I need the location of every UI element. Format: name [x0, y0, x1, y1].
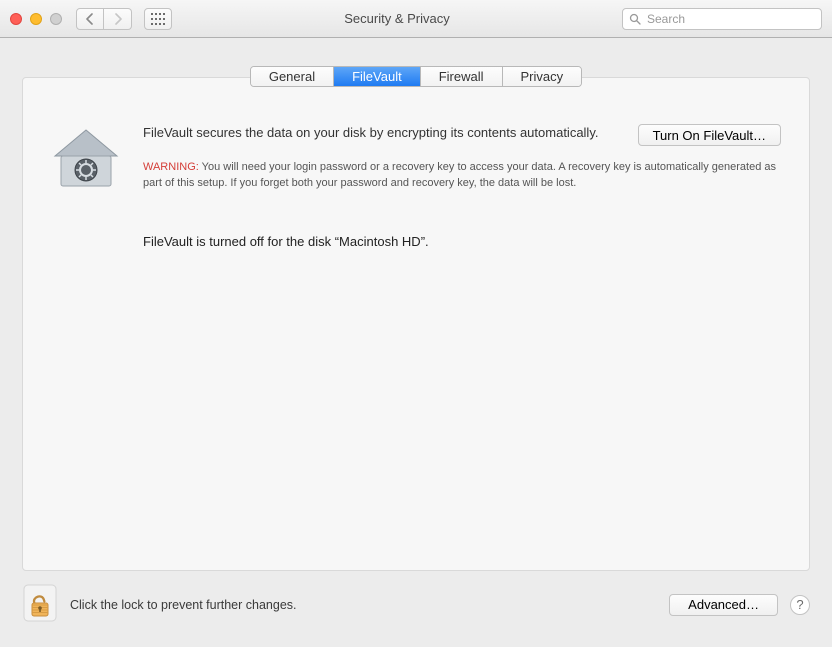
titlebar: Security & Privacy Search — [0, 0, 832, 38]
advanced-button[interactable]: Advanced… — [669, 594, 778, 616]
chevron-right-icon — [113, 13, 123, 25]
forward-button[interactable] — [104, 8, 132, 30]
search-field[interactable]: Search — [622, 8, 822, 30]
lock-button[interactable] — [22, 583, 58, 626]
minimize-window-button[interactable] — [30, 13, 42, 25]
lock-hint-text: Click the lock to prevent further change… — [70, 598, 657, 612]
window-title: Security & Privacy — [180, 11, 614, 26]
filevault-house-icon — [51, 128, 121, 192]
filevault-icon-column — [51, 124, 121, 249]
show-all-button[interactable] — [144, 8, 172, 30]
grid-icon — [151, 13, 165, 25]
warning-body: You will need your login password or a r… — [143, 161, 776, 189]
help-button[interactable]: ? — [790, 595, 810, 615]
filevault-status: FileVault is turned off for the disk “Ma… — [143, 234, 781, 249]
text-column: FileVault secures the data on your disk … — [143, 124, 781, 249]
zoom-window-button[interactable] — [50, 13, 62, 25]
window-controls — [10, 13, 62, 25]
chevron-left-icon — [85, 13, 95, 25]
warning-label: WARNING: — [143, 161, 199, 173]
close-window-button[interactable] — [10, 13, 22, 25]
back-button[interactable] — [76, 8, 104, 30]
tab-privacy[interactable]: Privacy — [503, 67, 582, 86]
warning-text: WARNING: You will need your login passwo… — [143, 160, 781, 192]
unlocked-padlock-icon — [22, 583, 58, 623]
tabs: General FileVault Firewall Privacy — [250, 66, 582, 87]
search-icon — [629, 13, 641, 25]
tabs-row: General FileVault Firewall Privacy — [0, 66, 832, 87]
tab-filevault[interactable]: FileVault — [334, 67, 421, 86]
description-row: FileVault secures the data on your disk … — [143, 124, 781, 146]
tab-general[interactable]: General — [251, 67, 334, 86]
main-panel: FileVault secures the data on your disk … — [22, 77, 810, 571]
tab-firewall[interactable]: Firewall — [421, 67, 503, 86]
content: FileVault secures the data on your disk … — [23, 106, 809, 249]
search-placeholder: Search — [647, 12, 685, 26]
footer: Click the lock to prevent further change… — [0, 571, 832, 642]
turn-on-filevault-button[interactable]: Turn On FileVault… — [638, 124, 781, 146]
filevault-description: FileVault secures the data on your disk … — [143, 124, 618, 142]
nav-group — [76, 8, 132, 30]
